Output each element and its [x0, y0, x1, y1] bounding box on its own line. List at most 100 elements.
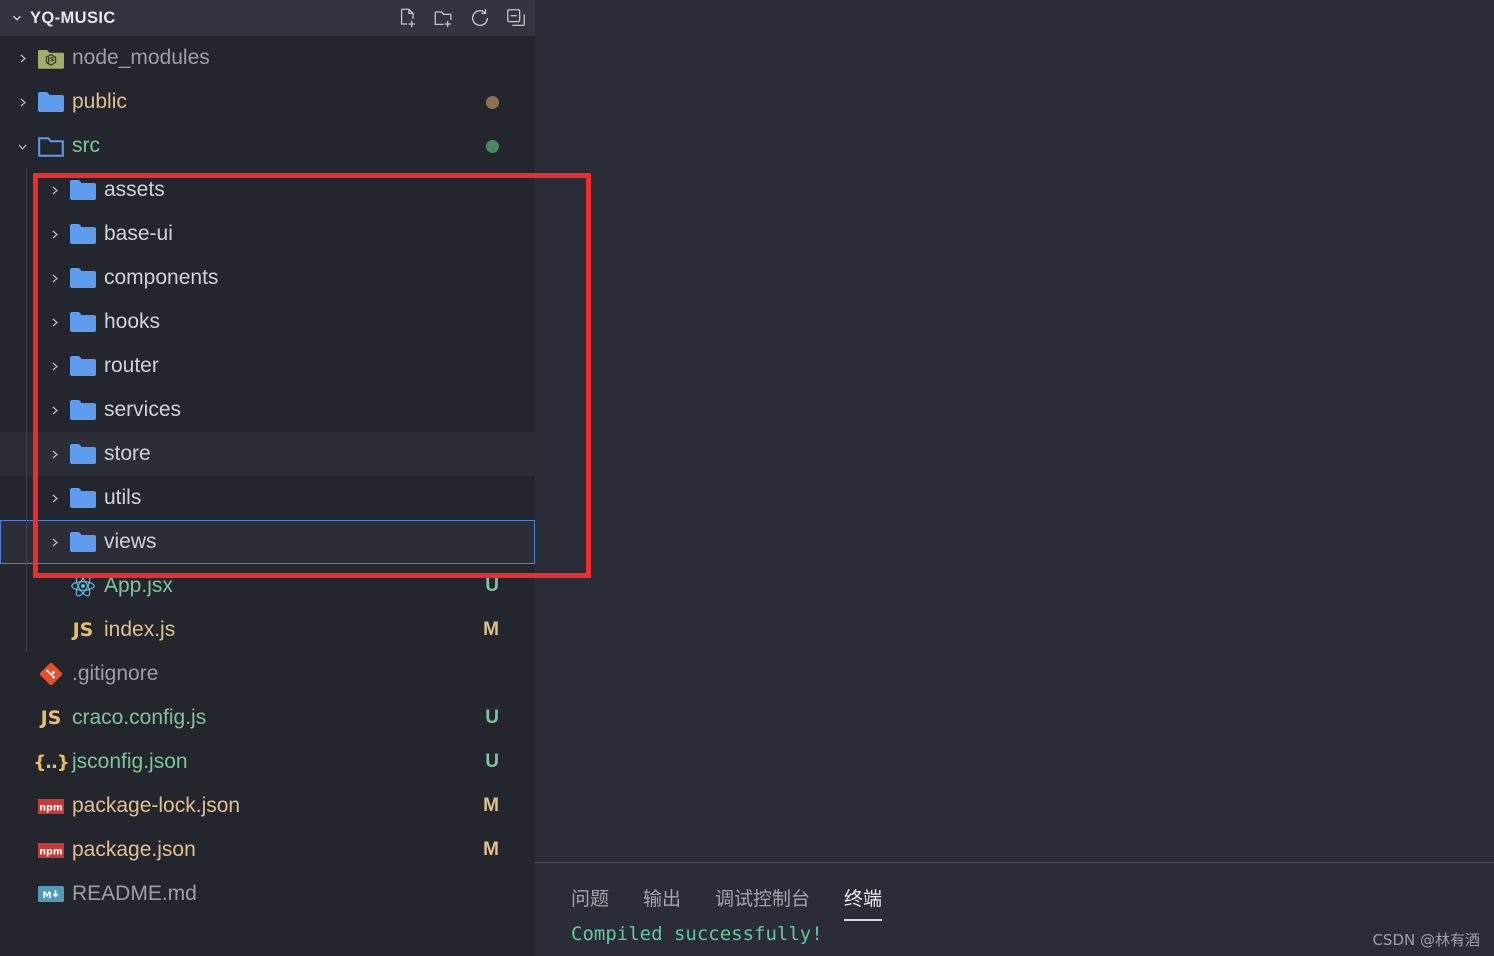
- tree-row-content: src: [0, 134, 100, 158]
- tree-row[interactable]: assets: [0, 168, 535, 212]
- tree-row-label: jsconfig.json: [72, 750, 188, 773]
- tree-row-label: package.json: [72, 838, 196, 861]
- new-folder-icon[interactable]: [431, 5, 457, 31]
- new-file-icon[interactable]: [395, 5, 421, 31]
- node-folder-icon: JS: [34, 48, 68, 69]
- tree-indent-guide: [26, 212, 27, 256]
- folder-icon: [34, 92, 68, 112]
- tree-row[interactable]: .gitignore: [0, 652, 535, 696]
- chevron-right-icon[interactable]: [42, 492, 66, 505]
- tree-row[interactable]: M README.md: [0, 872, 535, 916]
- panel-tab[interactable]: 输出: [643, 884, 681, 921]
- npm-icon: npm: [34, 798, 68, 814]
- svg-text:JS: JS: [47, 55, 55, 63]
- tree-indent-guide: [26, 564, 27, 608]
- git-status-dot: [486, 95, 499, 109]
- json-icon: {..}: [33, 751, 69, 773]
- tree-row-label: components: [104, 266, 219, 289]
- chevron-right-icon[interactable]: [42, 360, 66, 373]
- chevron-right-icon[interactable]: [42, 536, 66, 549]
- tree-row-content: npm package-lock.json: [0, 794, 240, 818]
- tree-indent-guide: [26, 388, 27, 432]
- git-status-badge: U: [485, 751, 499, 772]
- tree-row-label: package-lock.json: [72, 794, 241, 817]
- tree-row[interactable]: services: [0, 388, 535, 432]
- tree-row-label: assets: [104, 178, 165, 201]
- tree-row[interactable]: views: [0, 520, 535, 564]
- tree-row-label: public: [72, 90, 127, 113]
- chevron-right-icon[interactable]: [42, 272, 66, 285]
- tree-row-content: components: [0, 266, 218, 290]
- chevron-right-icon[interactable]: [42, 316, 66, 329]
- tree-row[interactable]: hooks: [0, 300, 535, 344]
- tree-indent-guide: [26, 608, 27, 652]
- tree-row[interactable]: base-ui: [0, 212, 535, 256]
- tree-row-label: views: [104, 530, 157, 553]
- collapse-all-icon[interactable]: [503, 5, 529, 31]
- tree-row[interactable]: components: [0, 256, 535, 300]
- folder-open-icon: [34, 136, 68, 157]
- git-status-badge: M: [483, 839, 499, 860]
- tree-row-label: .gitignore: [72, 662, 159, 685]
- tree-row[interactable]: {..} jsconfig.json U: [0, 740, 535, 784]
- tree-row[interactable]: JS index.js M: [0, 608, 535, 652]
- tree-row[interactable]: public: [0, 80, 535, 124]
- explorer-actions: [395, 0, 529, 36]
- tree-row[interactable]: utils: [0, 476, 535, 520]
- folder-icon: [66, 356, 100, 376]
- chevron-down-icon[interactable]: [6, 7, 28, 29]
- tree-row-label: store: [104, 442, 151, 465]
- tree-row-content: M README.md: [0, 882, 197, 906]
- panel-tab-list[interactable]: 问题 输出 调试控制台 终端: [535, 863, 1494, 921]
- git-status-badge: U: [485, 707, 499, 728]
- tree-row[interactable]: src: [0, 124, 535, 168]
- tree-row-content: .gitignore: [0, 662, 158, 686]
- tree-row[interactable]: JS craco.config.js U: [0, 696, 535, 740]
- markdown-icon: M: [34, 886, 68, 902]
- folder-icon: [66, 488, 100, 508]
- tree-row[interactable]: npm package-lock.json M: [0, 784, 535, 828]
- refresh-icon[interactable]: [467, 5, 493, 31]
- git-status-badge: M: [483, 795, 499, 816]
- tree-row-label: README.md: [72, 882, 197, 905]
- tree-row-label: utils: [104, 486, 142, 509]
- folder-icon: [66, 532, 100, 552]
- js-icon: JS: [72, 619, 94, 641]
- tree-row[interactable]: router: [0, 344, 535, 388]
- explorer-title: YQ-MUSIC: [30, 8, 116, 27]
- tree-indent-guide: [26, 344, 27, 388]
- chevron-right-icon[interactable]: [10, 52, 34, 65]
- tree-row-label: index.js: [104, 618, 176, 641]
- tree-row[interactable]: App.jsx U: [0, 564, 535, 608]
- folder-icon: [66, 444, 100, 464]
- chevron-right-icon[interactable]: [42, 184, 66, 197]
- tree-row-content: store: [0, 442, 151, 466]
- chevron-right-icon[interactable]: [42, 404, 66, 417]
- chevron-down-icon[interactable]: [10, 140, 34, 153]
- react-icon: [66, 574, 100, 598]
- svg-text:npm: npm: [39, 846, 63, 857]
- git-status-badge: U: [485, 575, 499, 596]
- watermark: CSDN @林有酒: [1372, 931, 1480, 949]
- tree-row[interactable]: store: [0, 432, 535, 476]
- folder-icon: [66, 312, 100, 332]
- tree-row[interactable]: npm package.json M: [0, 828, 535, 872]
- tree-row-content: views: [0, 530, 157, 554]
- tree-row-label: base-ui: [104, 222, 173, 245]
- tree-indent-guide: [26, 432, 27, 476]
- folder-icon: [66, 180, 100, 200]
- tree-row-content: public: [0, 90, 127, 114]
- file-tree[interactable]: JS node_modulespublic src assets base-ui comp…: [0, 36, 535, 916]
- tree-row-label: src: [72, 134, 100, 157]
- chevron-right-icon[interactable]: [42, 228, 66, 241]
- tree-row[interactable]: JS node_modules: [0, 36, 535, 80]
- panel-tab[interactable]: 终端: [844, 884, 883, 921]
- panel-tab[interactable]: 问题: [571, 884, 609, 921]
- npm-icon: npm: [34, 842, 68, 858]
- chevron-right-icon[interactable]: [42, 448, 66, 461]
- chevron-right-icon[interactable]: [10, 96, 34, 109]
- tree-row-label: router: [104, 354, 159, 377]
- tree-row-label: craco.config.js: [72, 706, 207, 729]
- panel-tab[interactable]: 调试控制台: [715, 884, 810, 921]
- tree-row-label: node_modules: [72, 46, 210, 69]
